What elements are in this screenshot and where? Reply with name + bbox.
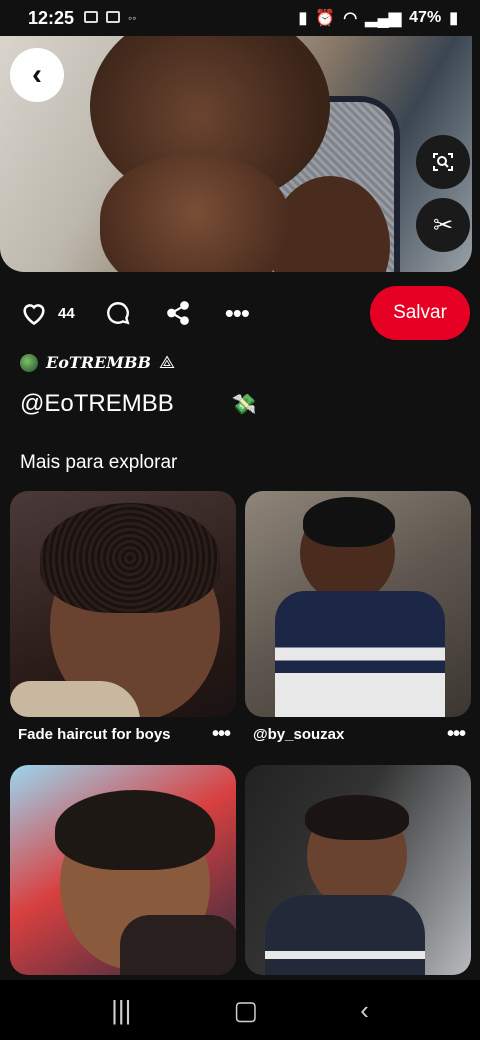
creator-handle[interactable]: @EoTREMBB (20, 390, 174, 418)
money-emoji-icon: 💸 (231, 393, 257, 416)
more-options-button[interactable]: ••• (224, 297, 250, 329)
pin-thumbnail[interactable] (10, 491, 236, 717)
comment-button[interactable] (105, 300, 131, 326)
battery-saver-icon: ▮ (298, 10, 308, 27)
notification-icons: ◦◦ (84, 11, 137, 25)
heart-icon (23, 304, 45, 326)
chevron-left-icon: ‹ (32, 58, 42, 91)
crown-icon: ⟁ (159, 352, 176, 372)
pin-thumbnail[interactable] (245, 491, 471, 717)
more-dots-icon[interactable]: ••• (447, 723, 466, 746)
creator-row[interactable]: EoTREMBB ⟁ (20, 352, 175, 373)
screenshot-icon (106, 11, 121, 23)
pin-meta: Fade haircut for boys ••• (10, 717, 236, 751)
share-icon (166, 301, 189, 325)
home-icon[interactable]: ▢ (234, 995, 259, 1026)
pin-thumbnail[interactable] (10, 765, 236, 975)
pin-card[interactable] (245, 765, 471, 975)
pin-title: Fade haircut for boys (18, 725, 171, 743)
screenshot-icon (84, 11, 99, 23)
section-title: Mais para explorar (20, 452, 178, 473)
voicemail-icon: ◦◦ (128, 11, 137, 25)
signal-icon: ▂▄▆ (365, 10, 402, 27)
description-row: @EoTREMBB 💸 (20, 390, 257, 418)
cutout-button[interactable]: ✂ (416, 198, 470, 252)
pin-card[interactable]: @by_souzax ••• (245, 491, 471, 751)
lens-search-icon (433, 153, 453, 171)
wifi-icon: ◠ (343, 10, 358, 27)
battery-level: 47% (409, 9, 442, 26)
scissors-icon: ✂ (432, 211, 454, 239)
battery-icon: ▮ (449, 10, 458, 27)
pin-card[interactable]: Fade haircut for boys ••• (10, 491, 236, 751)
save-button[interactable]: Salvar (370, 286, 470, 340)
share-button[interactable] (165, 300, 191, 326)
status-time: 12:25 (28, 7, 75, 28)
comment-icon (106, 302, 130, 325)
pin-meta: @by_souzax ••• (245, 717, 471, 751)
back-nav-icon[interactable]: ‹ (360, 995, 369, 1026)
like-count: 44 (58, 304, 75, 322)
creator-name: EoTREMBB (46, 353, 152, 372)
action-bar: 44 ••• Salvar (0, 284, 480, 342)
more-dots-icon[interactable]: ••• (212, 723, 231, 746)
pin-image[interactable] (0, 36, 472, 272)
visual-search-button[interactable] (416, 135, 470, 189)
system-nav-bar: ||| ▢ ‹ (0, 980, 480, 1040)
more-dots-icon: ••• (224, 297, 250, 328)
pin-card[interactable] (10, 765, 236, 975)
avatar (20, 353, 38, 372)
back-button[interactable]: ‹ (10, 48, 64, 102)
pin-title: @by_souzax (253, 725, 345, 743)
like-button[interactable] (20, 300, 48, 326)
pin-thumbnail[interactable] (245, 765, 471, 975)
status-bar: 12:25 ◦◦ ▮ ⏰ ◠ ▂▄▆ 47% ▮ (0, 0, 480, 36)
alarm-icon: ⏰ (315, 10, 336, 27)
recent-apps-icon[interactable]: ||| (111, 995, 131, 1026)
